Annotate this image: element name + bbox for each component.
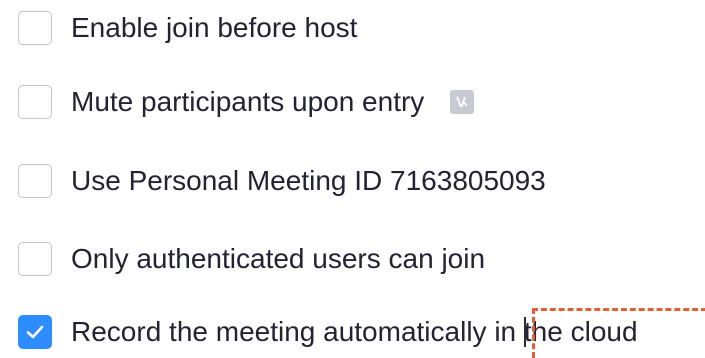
only-authenticated-label[interactable]: Only authenticated users can join [71,239,485,279]
option-use-personal-meeting-id[interactable]: Use Personal Meeting ID 7163805093 [18,161,546,201]
checkmark-icon [26,325,44,339]
only-authenticated-checkbox[interactable] [18,242,52,276]
record-automatically-checkbox[interactable] [18,315,52,349]
text-cursor [524,317,526,347]
info-icon[interactable] [450,90,475,114]
use-pmi-checkbox[interactable] [18,164,52,198]
enable-join-before-host-label[interactable]: Enable join before host [71,8,357,48]
meeting-options-list: Enable join before host Mute participant… [0,0,705,352]
use-pmi-label[interactable]: Use Personal Meeting ID 7163805093 [71,161,546,201]
mute-participants-label[interactable]: Mute participants upon entry [71,82,424,122]
enable-join-before-host-checkbox[interactable] [18,11,52,45]
option-enable-join-before-host[interactable]: Enable join before host [18,8,357,48]
mute-participants-checkbox[interactable] [18,85,52,119]
option-only-authenticated-users[interactable]: Only authenticated users can join [18,239,485,279]
option-mute-participants[interactable]: Mute participants upon entry [18,82,475,122]
highlight-annotation-box [532,308,705,358]
